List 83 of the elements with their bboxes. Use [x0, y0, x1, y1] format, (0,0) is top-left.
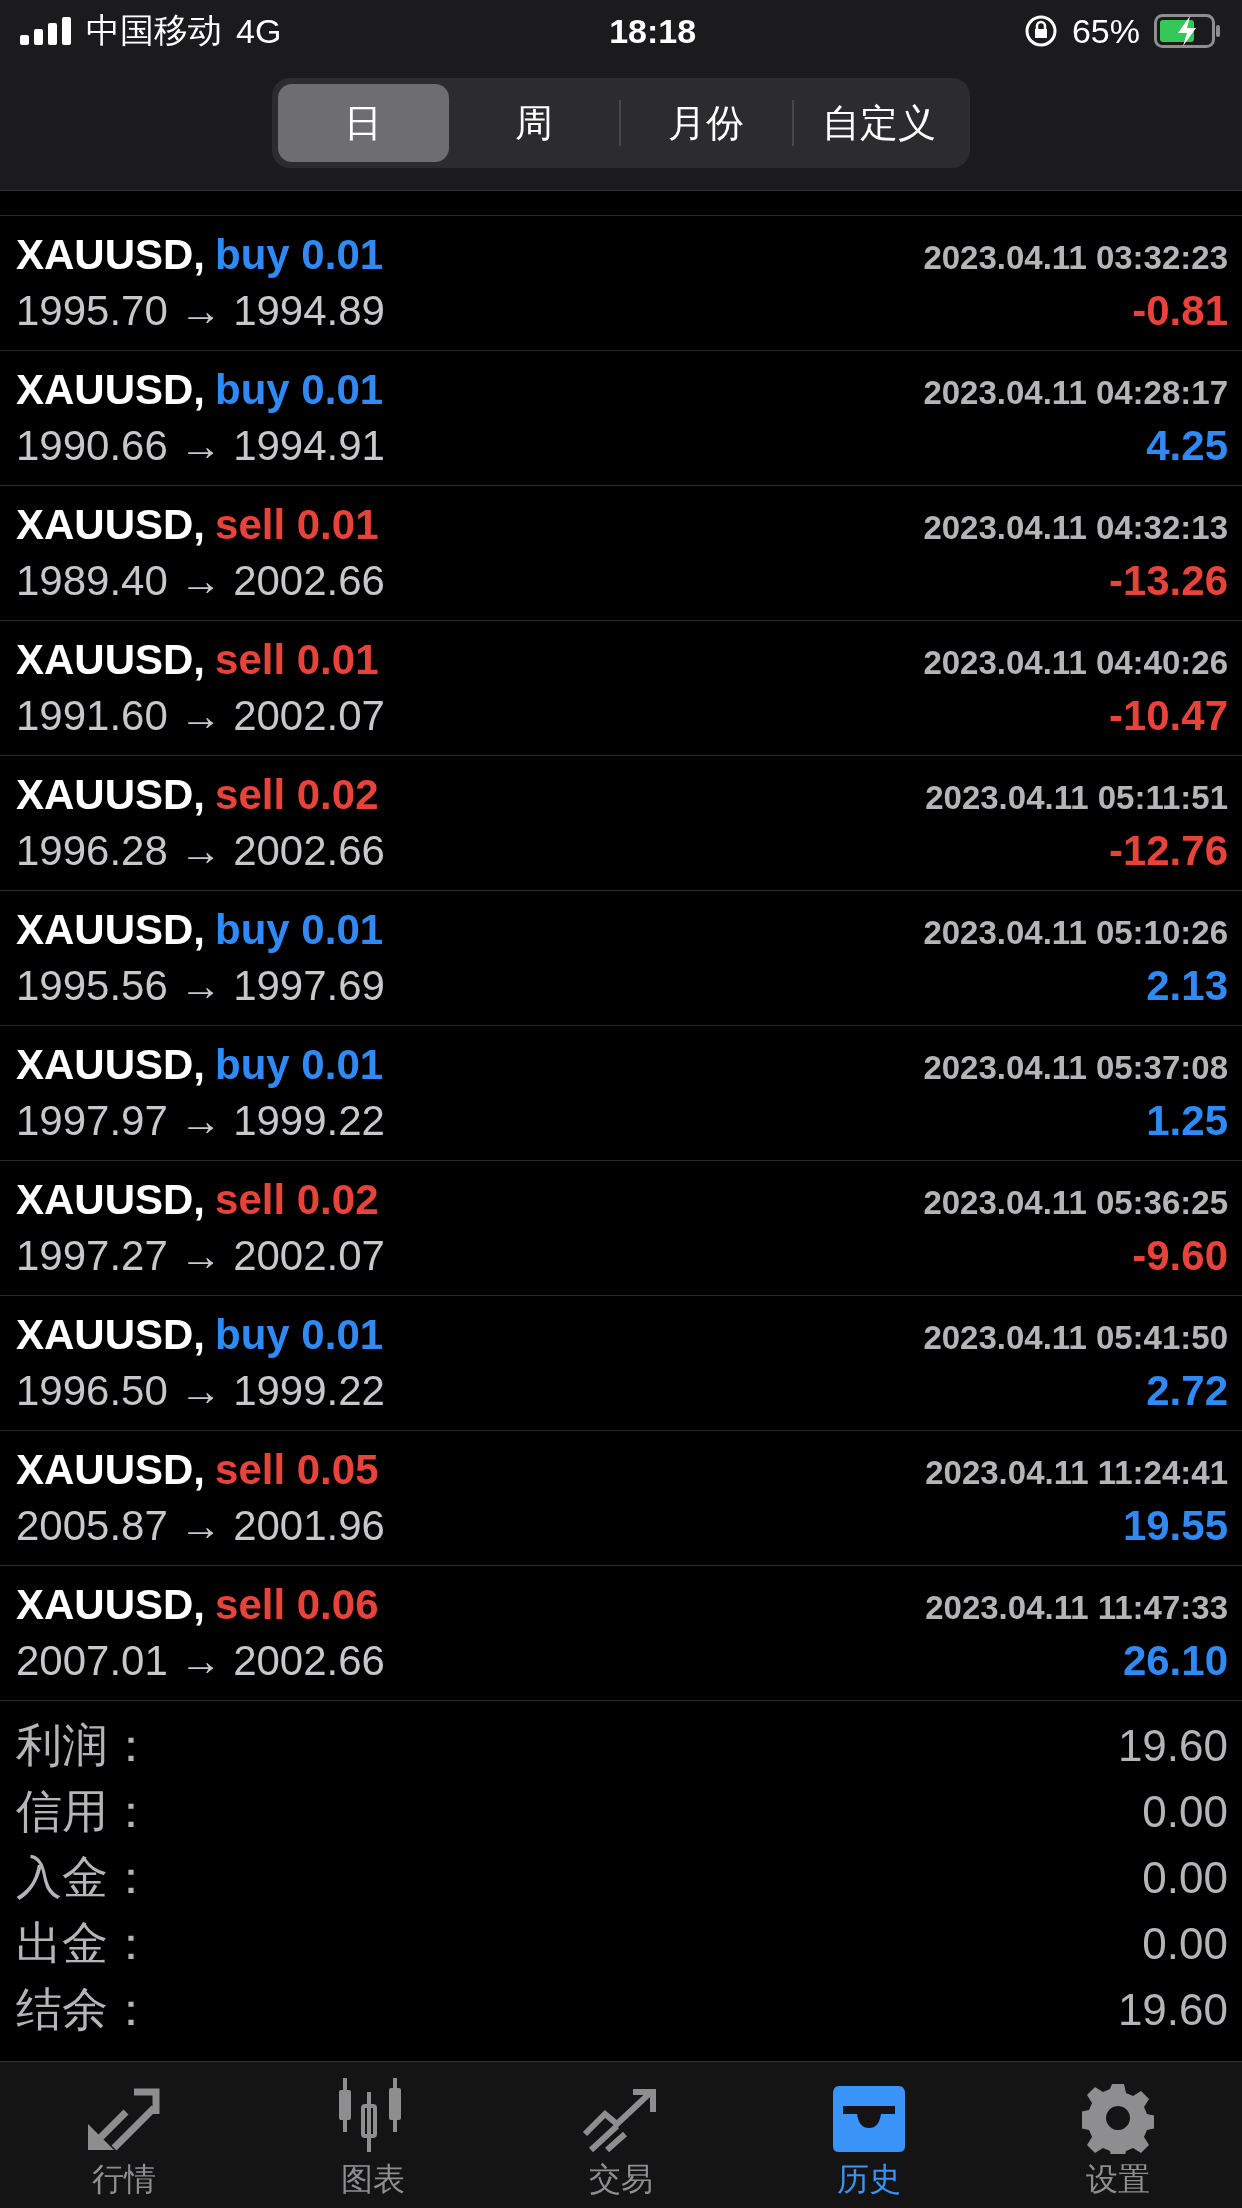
price-range: 1997.97 → 1999.22: [16, 1097, 385, 1145]
deal-profit: -9.60: [1132, 1232, 1228, 1280]
rotation-lock-icon: [1023, 14, 1058, 48]
battery-charging-icon: [1154, 14, 1222, 48]
order-type: sell 0.06: [215, 1581, 379, 1629]
summary-value: 0.00: [1142, 1919, 1228, 1969]
clock-time: 18:18: [609, 11, 697, 51]
deal-time: 2023.04.11 11:24:41: [925, 1454, 1228, 1492]
order-type: buy 0.01: [215, 366, 384, 414]
tab-bar-item[interactable]: 行情: [0, 2062, 249, 2208]
deal-profit: -13.26: [1108, 557, 1228, 605]
deal-profit: 19.55: [1122, 1502, 1228, 1550]
symbol-name: XAUUSD,: [16, 771, 206, 819]
deal-profit: -0.81: [1132, 287, 1228, 335]
order-type: sell 0.02: [215, 1176, 379, 1224]
deal-profit: 2.72: [1146, 1367, 1228, 1415]
deal-profit: 2.13: [1146, 962, 1228, 1010]
period-tab[interactable]: 月份: [621, 84, 792, 162]
symbol-name: XAUUSD,: [16, 1311, 206, 1359]
order-type: buy 0.01: [215, 231, 384, 279]
symbol-name: XAUUSD,: [16, 1041, 206, 1089]
order-type: buy 0.01: [215, 1311, 384, 1359]
signal-icon: [20, 17, 72, 45]
tab-bar-item[interactable]: 交易: [496, 2062, 746, 2208]
price-range: 1989.40 → 2002.66: [16, 557, 385, 605]
period-tab[interactable]: 日: [278, 84, 449, 162]
tab-bar-item[interactable]: 图表: [248, 2062, 497, 2208]
period-tab[interactable]: 自定义: [793, 84, 964, 162]
order-type: sell 0.01: [215, 501, 379, 549]
deal-time: 2023.04.11 05:36:25: [923, 1184, 1228, 1222]
symbol-name: XAUUSD,: [16, 636, 206, 684]
network-type: 4G: [236, 11, 282, 51]
price-range: 2007.01 → 2002.66: [16, 1637, 385, 1685]
summary-label: 利润：: [16, 1718, 154, 1773]
summary-value: 19.60: [1117, 1985, 1228, 2035]
order-type: buy 0.01: [215, 1041, 384, 1089]
summary-label: 入金：: [16, 1850, 154, 1905]
deal-time: 2023.04.11 04:32:13: [923, 509, 1228, 547]
deal-time: 2023.04.11 05:10:26: [923, 914, 1228, 952]
price-range: 2005.87 → 2001.96: [16, 1502, 385, 1550]
price-range: 1995.70 → 1994.89: [16, 287, 385, 335]
period-tab[interactable]: 周: [448, 84, 619, 162]
order-type: sell 0.01: [215, 636, 379, 684]
order-type: sell 0.05: [215, 1446, 379, 1494]
summary-value: 0.00: [1142, 1853, 1228, 1903]
price-range: 1990.66 → 1994.91: [16, 422, 385, 470]
deal-profit: 26.10: [1122, 1637, 1228, 1685]
symbol-name: XAUUSD,: [16, 501, 206, 549]
symbol-name: XAUUSD,: [16, 366, 206, 414]
order-type: buy 0.01: [215, 906, 384, 954]
summary-label: 信用：: [16, 1784, 154, 1839]
price-range: 1995.56 → 1997.69: [16, 962, 385, 1010]
summary-label: 出金：: [16, 1916, 154, 1971]
deal-profit: 4.25: [1146, 422, 1228, 470]
summary-value: 19.60: [1117, 1721, 1228, 1771]
deal-time: 2023.04.11 03:32:23: [923, 239, 1228, 277]
price-range: 1997.27 → 2002.07: [16, 1232, 385, 1280]
price-range: 1991.60 → 2002.07: [16, 692, 385, 740]
price-range: 1996.28 → 2002.66: [16, 827, 385, 875]
deal-time: 2023.04.11 05:41:50: [923, 1319, 1228, 1357]
order-type: sell 0.02: [215, 771, 379, 819]
deal-time: 2023.04.11 04:28:17: [923, 374, 1228, 412]
carrier-name: 中国移动: [86, 10, 222, 51]
inbox-icon: [831, 2084, 908, 2154]
symbol-name: XAUUSD,: [16, 231, 206, 279]
price-range: 1996.50 → 1999.22: [16, 1367, 385, 1415]
symbol-name: XAUUSD,: [16, 1176, 206, 1224]
deal-profit: 1.25: [1146, 1097, 1228, 1145]
symbol-name: XAUUSD,: [16, 906, 206, 954]
tab-bar-item[interactable]: 设置: [993, 2062, 1242, 2208]
settings-icon: [1081, 2082, 1154, 2154]
deal-time: 2023.04.11 04:40:26: [923, 644, 1228, 682]
battery-percent: 65%: [1071, 11, 1140, 51]
summary-value: 0.00: [1142, 1787, 1228, 1837]
deal-time: 2023.04.11 05:37:08: [923, 1049, 1228, 1087]
deal-time: 2023.04.11 05:11:51: [925, 779, 1228, 817]
deal-profit: -12.76: [1108, 827, 1228, 875]
symbol-name: XAUUSD,: [16, 1581, 206, 1629]
summary-label: 结余：: [16, 1982, 154, 2037]
deal-profit: -10.47: [1108, 692, 1228, 740]
symbol-name: XAUUSD,: [16, 1446, 206, 1494]
deal-time: 2023.04.11 11:47:33: [925, 1589, 1228, 1627]
tab-bar-item[interactable]: 历史: [745, 2062, 994, 2208]
